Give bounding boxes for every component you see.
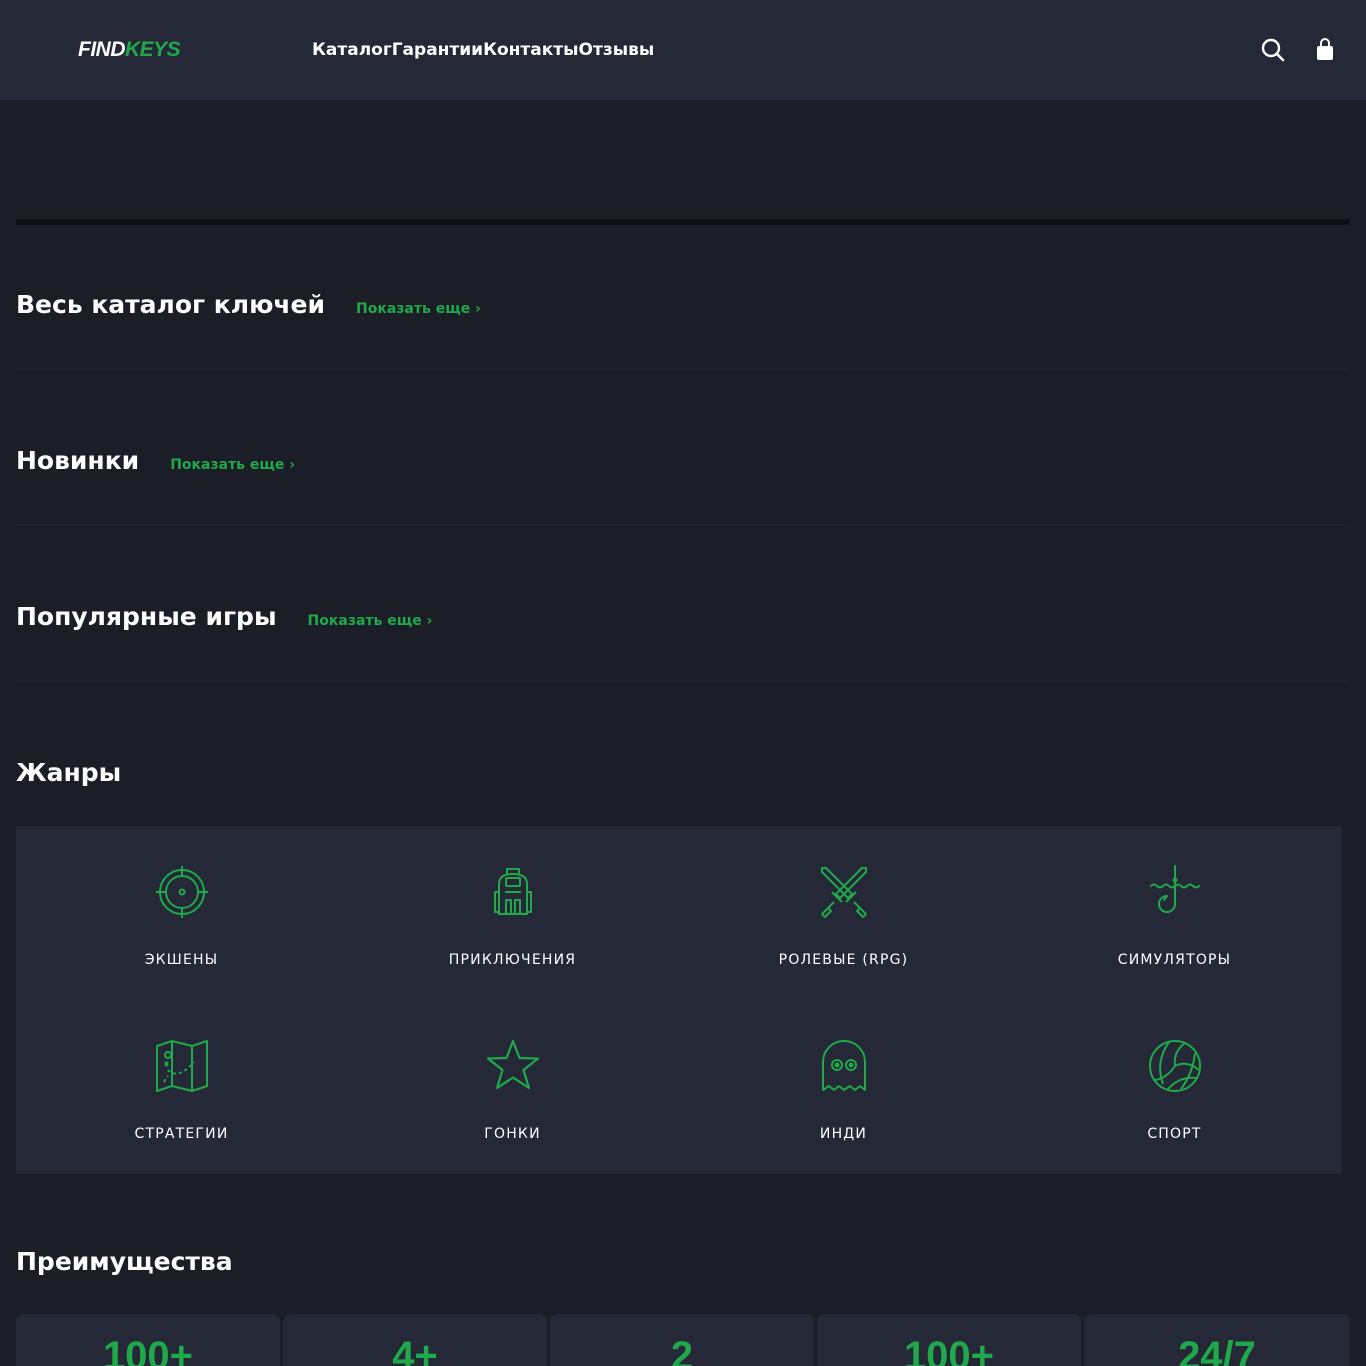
nav-contacts[interactable]: Контакты [483,40,578,60]
popular-show-more-link[interactable]: Показать еще › [308,613,433,629]
advantages-row: 100+ 4+ 2 100+ 24/7 [16,1314,1350,1366]
genre-label: СИМУЛЯТОРЫ [1117,952,1232,968]
advantage-card: 2 [550,1314,814,1366]
advantages-section-header: Преимущества [16,1247,233,1276]
fishing-hook-icon [1150,865,1200,913]
logo-text-find: FIND [78,38,126,61]
popular-title: Популярные игры [16,602,277,631]
genres-grid: ЭКШЕНЫ ПРИКЛЮЧЕНИЯ РОЛЕВЫЕ (RPG) СИМУЛЯТ… [16,826,1342,1174]
advantage-card: 100+ [817,1314,1081,1366]
new-section-header: Новинки Показать еще › [16,446,295,475]
volleyball-icon [1149,1040,1201,1092]
site-header: FINDKEYS Каталог Гарантии Контакты Отзыв… [0,0,1366,100]
genre-label: РОЛЕВЫЕ (RPG) [778,952,909,968]
catalog-section-header: Весь каталог ключей Показать еще › [16,290,481,319]
shopping-bag-icon[interactable] [1312,37,1338,63]
advantage-card: 4+ [283,1314,547,1366]
genre-strategy[interactable]: СТРАТЕГИИ [16,1000,347,1174]
section-divider [16,680,1350,682]
genres-section-header: Жанры [16,758,121,787]
nav-catalog[interactable]: Каталог [312,40,392,60]
crossed-swords-icon [821,867,867,918]
search-icon[interactable] [1260,37,1286,63]
catalog-show-more-link[interactable]: Показать еще › [356,301,481,317]
genre-racing[interactable]: ГОНКИ [347,1000,678,1174]
genre-label: СТРАТЕГИИ [134,1126,229,1142]
genre-simulators[interactable]: СИМУЛЯТОРЫ [1009,826,1340,1000]
advantage-value: 2 [670,1334,694,1366]
advantage-value: 4+ [392,1334,438,1366]
genre-action[interactable]: ЭКШЕНЫ [16,826,347,1000]
advantage-value: 100+ [903,1334,995,1366]
genre-sport[interactable]: СПОРТ [1009,1000,1340,1174]
genre-label: ПРИКЛЮЧЕНИЯ [448,952,577,968]
genre-label: СПОРТ [1147,1126,1202,1142]
crosshair-icon [156,866,208,918]
genre-label: ГОНКИ [484,1126,541,1142]
map-icon [156,1040,208,1092]
section-divider [16,524,1350,526]
catalog-title: Весь каталог ключей [16,290,326,319]
section-divider [16,368,1350,370]
nav-guarantees[interactable]: Гарантии [392,40,483,60]
advantage-card: 24/7 [1084,1314,1350,1366]
advantages-title: Преимущества [16,1247,233,1276]
ghost-icon [822,1040,866,1091]
genre-adventure[interactable]: ПРИКЛЮЧЕНИЯ [347,826,678,1000]
genre-rpg[interactable]: РОЛЕВЫЕ (RPG) [678,826,1009,1000]
banner-divider [16,219,1350,225]
logo[interactable]: FINDKEYS [78,38,181,62]
nav-reviews[interactable]: Отзывы [579,40,655,60]
main-nav: Каталог Гарантии Контакты Отзывы [312,40,654,60]
backpack-icon [494,868,532,915]
genres-title: Жанры [16,758,122,787]
genre-label: ИНДИ [819,1126,868,1142]
advantage-card: 100+ [16,1314,280,1366]
logo-text-keys: KEYS [125,38,181,61]
genre-label: ЭКШЕНЫ [144,952,219,968]
new-show-more-link[interactable]: Показать еще › [170,457,295,473]
star-icon [486,1039,540,1090]
new-title: Новинки [16,446,140,475]
advantage-value: 24/7 [1178,1334,1256,1366]
popular-section-header: Популярные игры Показать еще › [16,602,432,631]
genre-indie[interactable]: ИНДИ [678,1000,1009,1174]
advantage-value: 100+ [102,1334,194,1366]
